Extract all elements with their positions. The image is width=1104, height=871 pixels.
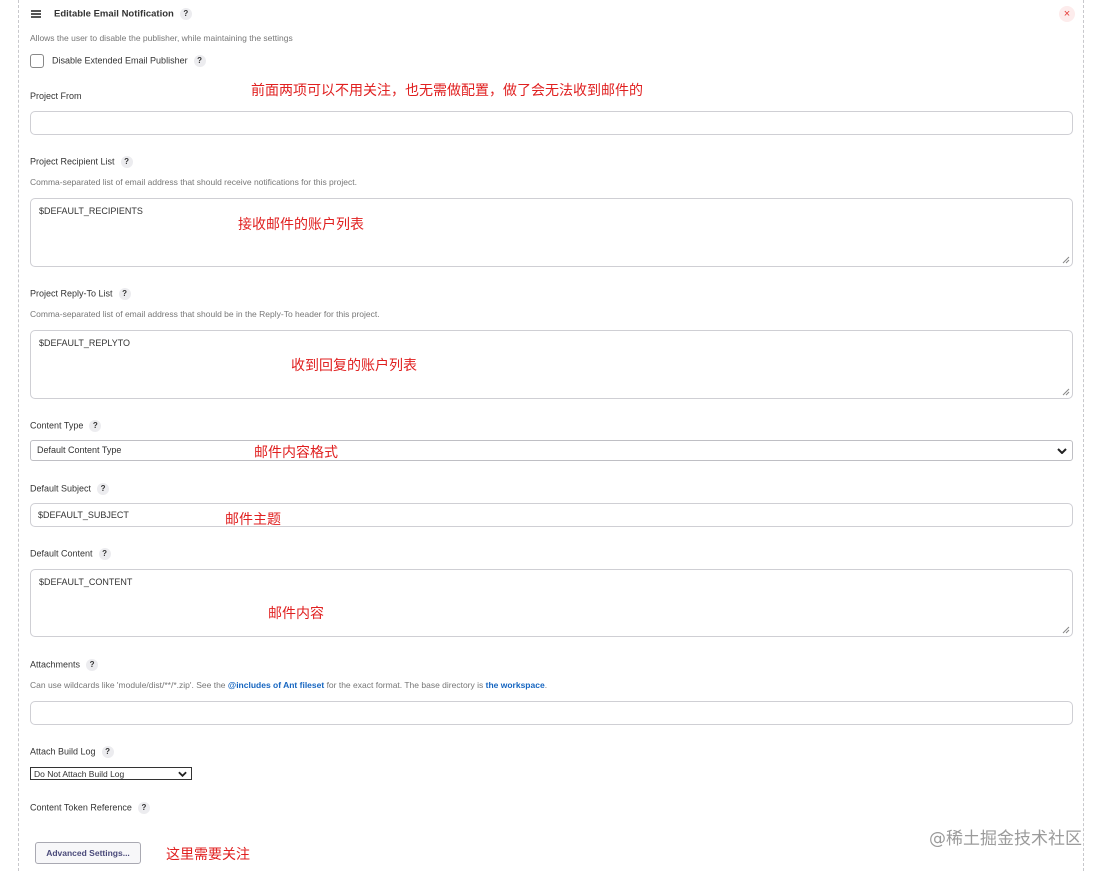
- section-title: Editable Email Notification?: [54, 8, 192, 20]
- attach-build-log-label: Attach Build Log?: [30, 746, 114, 758]
- attachments-label: Attachments?: [30, 659, 99, 671]
- help-icon[interactable]: ?: [89, 420, 102, 432]
- default-content-label: Default Content?: [30, 548, 111, 560]
- close-icon: ×: [1063, 8, 1071, 20]
- project-from-input[interactable]: [30, 111, 1073, 135]
- recipient-list-description: Comma-separated list of email address th…: [30, 177, 357, 187]
- replyto-list-textarea[interactable]: $DEFAULT_REPLYTO: [30, 330, 1073, 399]
- default-subject-label: Default Subject?: [30, 483, 110, 495]
- attachments-input[interactable]: [30, 701, 1073, 725]
- watermark: @稀土掘金技术社区: [929, 829, 1082, 849]
- advanced-settings-button[interactable]: Advanced Settings...: [35, 842, 141, 864]
- help-icon[interactable]: ?: [179, 8, 192, 20]
- resize-handle-icon[interactable]: [1062, 626, 1070, 634]
- replyto-list-description: Comma-separated list of email address th…: [30, 309, 380, 319]
- annotation-advanced: 这里需要关注: [166, 847, 250, 863]
- annotation-replyto: 收到回复的账户列表: [291, 358, 417, 374]
- content-type-label: Content Type?: [30, 420, 102, 432]
- resize-handle-icon[interactable]: [1062, 256, 1070, 264]
- content-type-value: Default Content Type: [37, 445, 122, 455]
- replyto-list-value: $DEFAULT_REPLYTO: [39, 338, 131, 348]
- drag-handle-icon[interactable]: [31, 10, 41, 18]
- help-icon[interactable]: ?: [98, 548, 111, 560]
- default-content-value: $DEFAULT_CONTENT: [39, 577, 133, 587]
- help-icon[interactable]: ?: [137, 802, 150, 814]
- help-icon[interactable]: ?: [118, 288, 131, 300]
- annotation-recipients: 接收邮件的账户列表: [238, 217, 364, 233]
- attachments-description: Can use wildcards like 'module/dist/**/*…: [30, 680, 548, 690]
- recipient-list-value: $DEFAULT_RECIPIENTS: [39, 206, 143, 216]
- content-token-reference-label: Content Token Reference?: [30, 802, 150, 814]
- annotation-top: 前面两项可以不用关注，也无需做配置，做了会无法收到邮件的: [251, 83, 643, 99]
- recipient-list-textarea[interactable]: $DEFAULT_RECIPIENTS: [30, 198, 1073, 267]
- content-type-select[interactable]: Default Content Type: [30, 440, 1073, 461]
- chevron-down-icon: [178, 771, 187, 777]
- annotation-content: 邮件内容: [268, 606, 324, 622]
- annotation-subject: 邮件主题: [225, 512, 281, 528]
- workspace-link[interactable]: the workspace: [486, 680, 545, 690]
- help-icon[interactable]: ?: [101, 746, 114, 758]
- close-button[interactable]: ×: [1059, 6, 1075, 22]
- project-from-label: Project From: [30, 91, 82, 101]
- attach-build-log-select[interactable]: Do Not Attach Build Log: [30, 767, 192, 780]
- resize-handle-icon[interactable]: [1062, 388, 1070, 396]
- disable-publisher-checkbox[interactable]: [30, 54, 44, 68]
- default-content-textarea[interactable]: $DEFAULT_CONTENT: [30, 569, 1073, 637]
- replyto-list-label: Project Reply-To List?: [30, 288, 131, 300]
- help-icon[interactable]: ?: [97, 483, 110, 495]
- attach-build-log-value: Do Not Attach Build Log: [34, 769, 125, 779]
- recipient-list-label: Project Recipient List?: [30, 156, 133, 168]
- help-icon[interactable]: ?: [86, 659, 99, 671]
- chevron-down-icon: [1057, 448, 1067, 454]
- help-icon[interactable]: ?: [120, 156, 133, 168]
- ant-fileset-link[interactable]: @includes of Ant fileset: [228, 680, 324, 690]
- annotation-content-type: 邮件内容格式: [254, 445, 338, 461]
- help-icon[interactable]: ?: [193, 55, 206, 67]
- disable-publisher-label: Disable Extended Email Publisher?: [52, 55, 206, 67]
- section-description: Allows the user to disable the publisher…: [30, 33, 293, 43]
- default-subject-input[interactable]: $DEFAULT_SUBJECT: [30, 503, 1073, 527]
